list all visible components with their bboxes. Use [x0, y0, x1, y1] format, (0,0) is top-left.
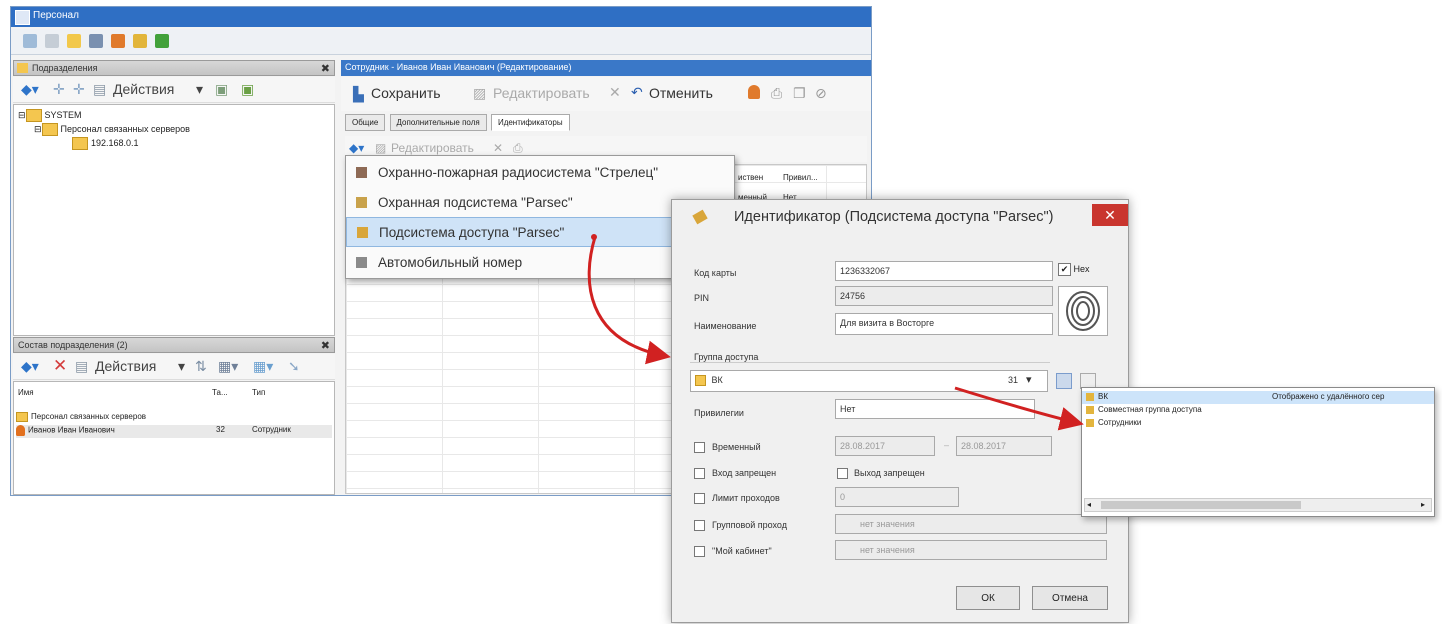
arrow-start-dot [591, 234, 597, 240]
annotation-arrows [587, 234, 1084, 431]
arrow-to-popup [954, 386, 1084, 431]
arrow-to-dialog [587, 236, 671, 365]
